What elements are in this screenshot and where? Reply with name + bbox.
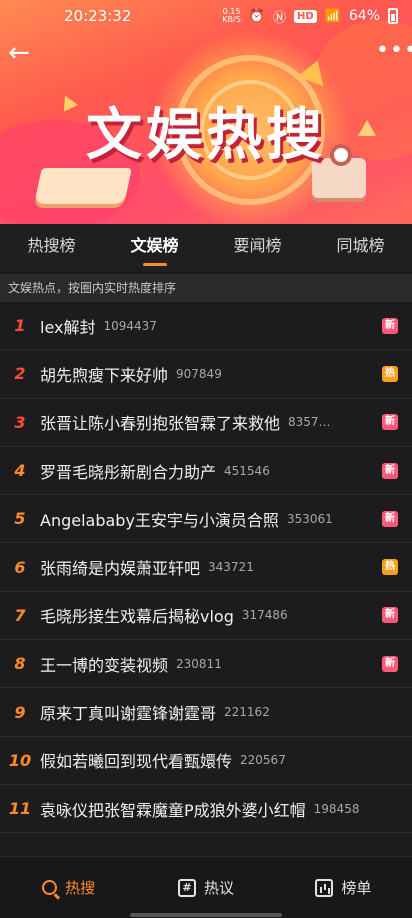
battery-level: 64% bbox=[348, 8, 380, 24]
topic-title: 袁咏仪把张智霖魔童P成狼外婆小红帽 bbox=[40, 800, 306, 820]
banner-title: 文娱热搜 bbox=[86, 103, 326, 168]
list-item[interactable]: 4 罗晋毛晓彤新剧合力助产 451546 新 bbox=[0, 447, 412, 496]
list-item[interactable]: 11 袁咏仪把张智霖魔童P成狼外婆小红帽 198458 bbox=[0, 785, 412, 834]
rank-number: 2 bbox=[14, 364, 26, 384]
topic-title: 王一博的变装视频 bbox=[40, 655, 169, 675]
nav-hot-search[interactable]: 热搜 bbox=[0, 857, 137, 918]
network-speed: 0.15 KB/S bbox=[222, 8, 241, 24]
rank-number: 7 bbox=[14, 605, 26, 625]
new-badge: 新 bbox=[382, 607, 398, 624]
list-item[interactable]: 5 Angelababy王安宇与小演员合照 353061 新 bbox=[0, 495, 412, 544]
search-icon bbox=[42, 880, 58, 895]
tab-entertainment[interactable]: 文娱榜 bbox=[103, 224, 206, 272]
tab-bar: 热搜榜 文娱榜 要闻榜 同城榜 bbox=[0, 224, 412, 272]
topic-title: Angelababy王安宇与小演员合照 bbox=[40, 510, 279, 530]
list-item[interactable]: 2 胡先煦瘦下来好帅 907849 热 bbox=[0, 350, 412, 399]
new-badge: 新 bbox=[382, 462, 398, 479]
rank-number: 9 bbox=[14, 702, 26, 722]
heat-count: 353061 bbox=[286, 511, 333, 526]
new-badge: 新 bbox=[382, 510, 398, 527]
new-badge: 新 bbox=[382, 655, 398, 672]
book-illustration bbox=[34, 168, 132, 204]
nav-label: 热搜 bbox=[65, 879, 96, 897]
new-badge: 新 bbox=[382, 414, 398, 431]
topic-title: 张晋让陈小春别抱张智霖了来救他 bbox=[40, 414, 281, 434]
signal-icon: 📶 bbox=[324, 8, 341, 24]
tab-hot-search[interactable]: 热搜榜 bbox=[0, 224, 103, 272]
topic-title: 罗晋毛晓彤新剧合力助产 bbox=[40, 462, 217, 482]
heat-count: 8357… bbox=[288, 415, 331, 430]
battery-icon bbox=[388, 8, 398, 24]
nav-label: 热议 bbox=[203, 879, 234, 897]
alarm-icon: ⏰ bbox=[248, 8, 265, 24]
nav-discussion[interactable]: # 热议 bbox=[137, 857, 274, 918]
heat-count: 317486 bbox=[241, 608, 288, 623]
topic-title: lex解封 bbox=[40, 317, 96, 337]
rank-number: 8 bbox=[14, 654, 26, 674]
trending-list: 1 lex解封 1094437 新 2 胡先煦瘦下来好帅 907849 热 3 … bbox=[0, 302, 412, 834]
chart-icon bbox=[315, 878, 334, 897]
home-indicator bbox=[130, 913, 282, 917]
heat-count: 1094437 bbox=[103, 318, 157, 333]
nav-rankings[interactable]: 榜单 bbox=[275, 857, 412, 918]
topic-title: 毛晓彤接生戏幕后揭秘vlog bbox=[40, 607, 234, 627]
rank-number: 11 bbox=[8, 799, 32, 819]
tab-news[interactable]: 要闻榜 bbox=[206, 224, 309, 272]
hot-badge: 热 bbox=[382, 365, 398, 382]
topic-title: 胡先煦瘦下来好帅 bbox=[40, 365, 169, 385]
list-item[interactable]: 8 王一博的变装视频 230811 新 bbox=[0, 640, 412, 689]
new-badge: 新 bbox=[382, 317, 398, 334]
heat-count: 343721 bbox=[208, 560, 254, 575]
hashtag-icon: # bbox=[177, 878, 196, 897]
heat-count: 198458 bbox=[313, 801, 360, 816]
list-item[interactable]: 1 lex解封 1094437 新 bbox=[0, 302, 412, 351]
hd-badge: HD bbox=[294, 9, 317, 23]
list-item[interactable]: 10 假如若曦回到现代看甄嬛传 220567 bbox=[0, 737, 412, 785]
nav-label: 榜单 bbox=[341, 879, 372, 897]
list-item[interactable]: 3 张晋让陈小春别抱张智霖了来救他 8357… 新 bbox=[0, 399, 412, 447]
list-item[interactable]: 9 原来丁真叫谢霆锋谢霆哥 221162 bbox=[0, 688, 412, 737]
topic-title: 原来丁真叫谢霆锋谢霆哥 bbox=[40, 704, 217, 724]
list-item[interactable]: 7 毛晓彤接生戏幕后揭秘vlog 317486 新 bbox=[0, 592, 412, 641]
heat-count: 907849 bbox=[176, 366, 222, 381]
topic-title: 假如若曦回到现代看甄嬛传 bbox=[40, 752, 233, 772]
list-item[interactable]: 6 张雨绮是内娱萧亚轩吧 343721 热 bbox=[0, 543, 412, 592]
topic-title: 张雨绮是内娱萧亚轩吧 bbox=[40, 559, 201, 579]
status-icons: 0.15 KB/S ⏰ Ⓝ HD 📶 64% bbox=[222, 7, 398, 26]
rank-number: 5 bbox=[14, 509, 26, 529]
bottom-nav: 热搜 # 热议 榜单 bbox=[0, 856, 412, 918]
rank-number: 1 bbox=[14, 316, 26, 336]
status-time: 20:23:32 bbox=[64, 7, 132, 25]
heat-count: 230811 bbox=[176, 656, 222, 671]
status-bar: 20:23:32 0.15 KB/S ⏰ Ⓝ HD 📶 64% bbox=[0, 0, 412, 32]
back-arrow-icon[interactable]: ← bbox=[8, 40, 36, 66]
hot-badge: 热 bbox=[382, 559, 398, 576]
nfc-icon: Ⓝ bbox=[273, 10, 287, 26]
header-banner: 文娱热搜 bbox=[0, 0, 412, 224]
rank-number: 10 bbox=[8, 750, 32, 770]
more-options-icon[interactable]: ••• bbox=[376, 40, 412, 64]
rank-number: 3 bbox=[14, 412, 26, 432]
heat-count: 451546 bbox=[224, 463, 270, 478]
network-speed-unit: KB/S bbox=[222, 15, 241, 24]
tab-local[interactable]: 同城榜 bbox=[309, 224, 412, 272]
list-description: 文娱热点，按圈内实时热度排序 bbox=[0, 274, 412, 302]
rank-number: 4 bbox=[14, 461, 26, 481]
heat-count: 221162 bbox=[224, 705, 270, 720]
heat-count: 220567 bbox=[240, 753, 286, 768]
rank-number: 6 bbox=[14, 557, 26, 577]
